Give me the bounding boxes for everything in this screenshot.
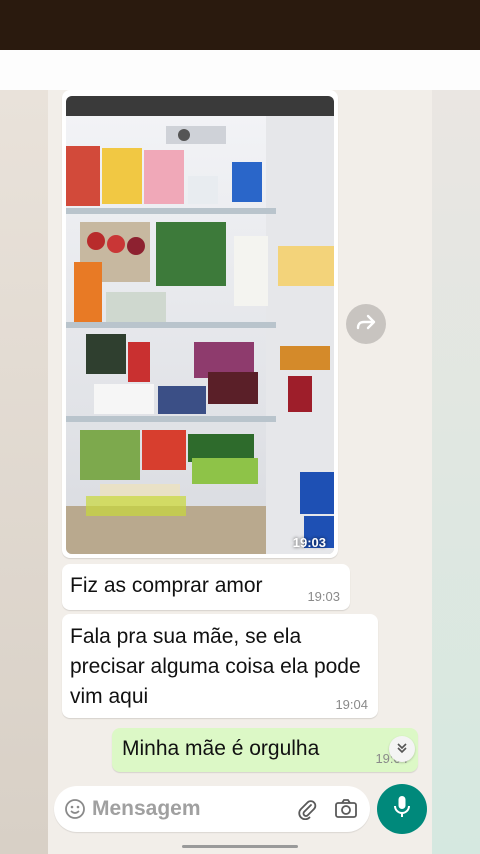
forward-icon (356, 313, 376, 336)
fridge-illustration (66, 96, 334, 554)
message-time: 19:03 (307, 589, 340, 604)
status-bar (0, 0, 480, 50)
mic-button[interactable] (377, 784, 427, 834)
paperclip-icon[interactable] (296, 798, 318, 821)
emoji-icon[interactable] (64, 798, 86, 820)
fridge-photo[interactable]: 19:03 (66, 96, 334, 554)
message-text: Fiz as comprar amor (70, 574, 263, 597)
forward-button[interactable] (346, 304, 386, 344)
double-chevron-down-icon (396, 742, 408, 757)
background-right (432, 90, 480, 854)
header-band (0, 50, 480, 92)
scroll-to-bottom-button[interactable] (389, 736, 415, 762)
mic-icon (393, 795, 411, 824)
message-text: Minha mãe é orgulha (122, 737, 320, 760)
message-time: 19:04 (335, 697, 368, 712)
message-bubble-incoming[interactable]: Fiz as comprar amor 19:03 (62, 564, 350, 610)
message-bubble-incoming[interactable]: Fala pra sua mãe, se ela precisar alguma… (62, 614, 378, 718)
message-composer (54, 786, 370, 832)
media-time: 19:03 (292, 535, 326, 550)
message-bubble-outgoing[interactable]: Minha mãe é orgulha 19:04 (112, 728, 418, 772)
home-indicator (182, 845, 298, 848)
message-input[interactable] (92, 797, 282, 821)
camera-icon[interactable] (334, 798, 358, 820)
message-text: Fala pra sua mãe, se ela precisar alguma… (70, 625, 361, 708)
background-left (0, 90, 48, 854)
